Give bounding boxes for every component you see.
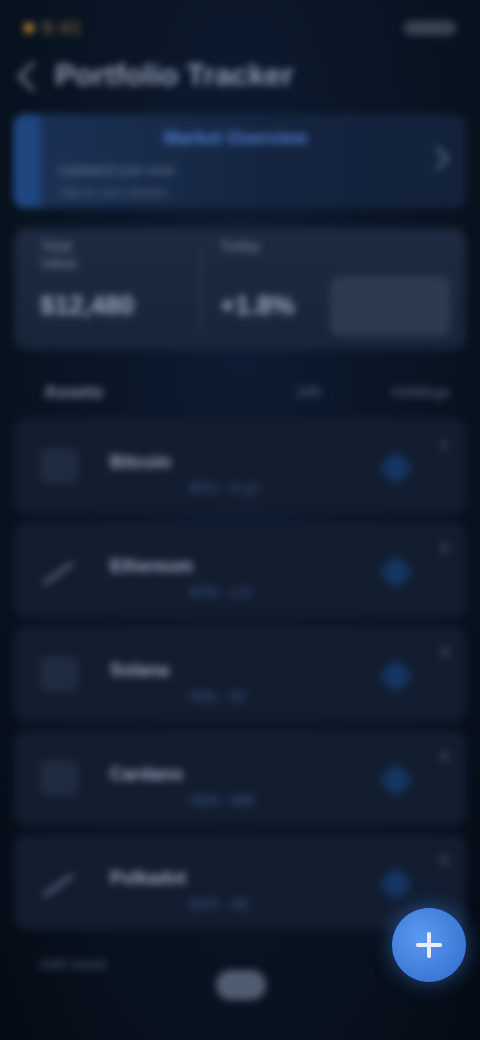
header: Portfolio Tracker — [17, 54, 458, 98]
sparkline-placeholder — [330, 276, 450, 336]
asset-sub: ADA · 900 — [190, 792, 254, 808]
stat-total-value: $12,480 — [40, 290, 134, 320]
market-overview-card[interactable]: Market Overview Updated just now Tap to … — [14, 114, 466, 208]
info-hint: Tap to see details — [58, 184, 167, 200]
status-left: 9:41 — [24, 18, 82, 39]
status-bar: 9:41 — [24, 14, 456, 42]
list-item[interactable]: Polkadot DOT · 45 5 — [14, 834, 466, 930]
card-accent — [14, 114, 40, 208]
asset-rank: 3 — [440, 644, 448, 660]
asset-status-icon — [382, 558, 410, 586]
asset-name: Polkadot — [110, 868, 187, 888]
info-subtitle: Updated just now — [58, 162, 174, 179]
asset-status-icon — [382, 662, 410, 690]
back-chevron-icon[interactable] — [17, 61, 48, 91]
list-item[interactable]: Bitcoin BTC · 0.12 1 — [14, 418, 466, 514]
asset-name: Solana — [110, 660, 170, 680]
status-time: 9:41 — [42, 17, 83, 38]
trend-icon — [40, 552, 78, 588]
trend-icon — [40, 864, 78, 900]
list-item[interactable]: Ethereum ETH · 1.5 2 — [14, 522, 466, 618]
asset-status-icon — [382, 870, 410, 898]
asset-icon — [40, 760, 78, 796]
info-title: Market Overview — [164, 128, 308, 148]
stat-today-value: +1.8% — [220, 290, 295, 320]
battery-icon — [404, 21, 456, 35]
list-item[interactable]: Solana SOL · 22 3 — [14, 626, 466, 722]
home-indicator[interactable] — [216, 970, 266, 1000]
asset-sub: DOT · 45 — [190, 896, 248, 912]
add-button[interactable] — [392, 908, 466, 982]
chevron-right-icon — [425, 146, 450, 171]
asset-sub: ETH · 1.5 — [190, 584, 250, 600]
app-screen: 9:41 Portfolio Tracker Market Overview U… — [0, 0, 480, 1040]
stat-today-label: Today — [220, 238, 261, 255]
list-header-assets: Assets — [44, 381, 104, 402]
plus-icon — [416, 932, 442, 958]
list-item[interactable]: Cardano ADA · 900 4 — [14, 730, 466, 826]
stat-divider — [200, 246, 202, 332]
page-title: Portfolio Tracker — [55, 59, 294, 92]
asset-name: Ethereum — [110, 556, 194, 576]
asset-rank: 1 — [440, 436, 448, 452]
stats-card: Total Value $12,480 Today +1.8% — [14, 228, 466, 350]
bottom-label: Add asset — [40, 956, 107, 973]
asset-name: Bitcoin — [110, 452, 171, 472]
list-header: Assets 24h Holdings — [14, 370, 466, 414]
asset-rank: 5 — [440, 852, 448, 868]
asset-icon — [40, 656, 78, 692]
list-header-holdings[interactable]: Holdings — [392, 384, 450, 401]
list-header-24h[interactable]: 24h — [297, 384, 322, 401]
stat-total-label: Total Value — [40, 238, 78, 272]
asset-status-icon — [382, 766, 410, 794]
asset-name: Cardano — [110, 764, 184, 784]
asset-icon — [40, 448, 78, 484]
asset-sub: BTC · 0.12 — [190, 480, 258, 496]
asset-status-icon — [382, 454, 410, 482]
asset-rank: 4 — [440, 748, 448, 764]
recording-dot-icon — [24, 23, 34, 33]
asset-sub: SOL · 22 — [190, 688, 246, 704]
asset-rank: 2 — [440, 540, 448, 556]
